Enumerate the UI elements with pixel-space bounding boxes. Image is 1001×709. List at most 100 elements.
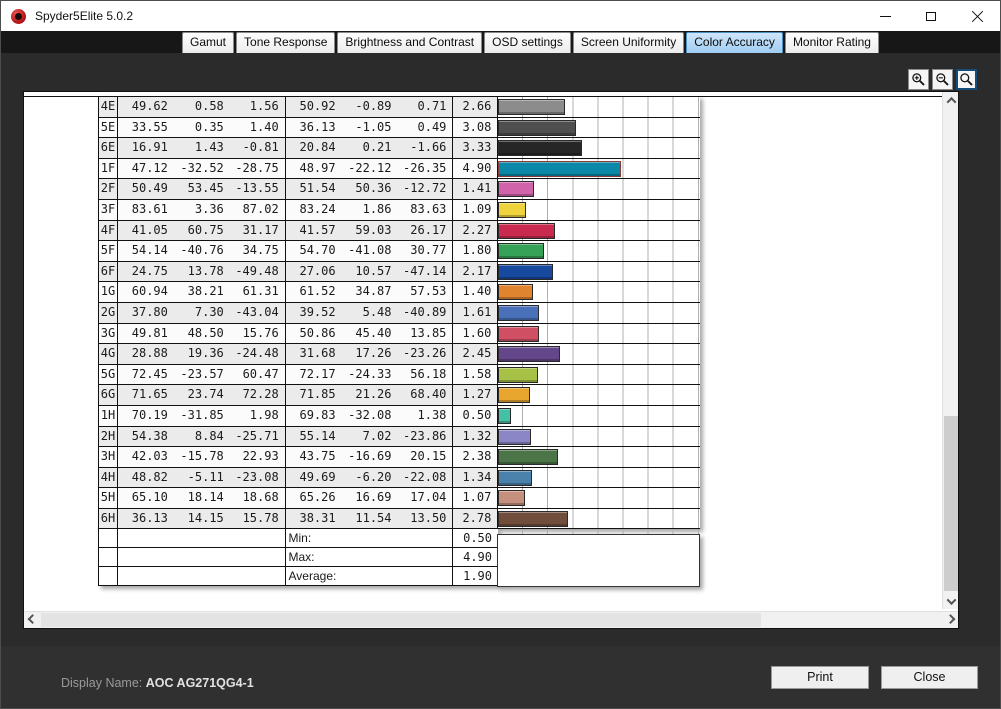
measured-l: 39.52: [286, 303, 342, 323]
target-b: -23.08: [230, 468, 286, 488]
delta-e-value: 4.90: [453, 159, 498, 179]
measured-l: 50.86: [286, 324, 342, 344]
measured-a: 45.40: [342, 324, 398, 344]
maximize-button[interactable]: [908, 1, 954, 31]
delta-e-value: 3.33: [453, 138, 498, 158]
delta-e-bar: [498, 367, 538, 383]
table-row: 4E 49.62 0.58 1.56 50.92 -0.89 0.71 2.66: [99, 97, 700, 118]
max-label: Max:: [286, 548, 454, 566]
table-row: 5H 65.10 18.14 18.68 65.26 16.69 17.04 1…: [99, 488, 700, 509]
delta-e-bar: [498, 305, 538, 321]
measured-b: 0.49: [398, 118, 454, 138]
delta-e-bar-cell: [498, 97, 700, 117]
target-a: -40.76: [174, 241, 230, 261]
measured-a: 17.26: [342, 344, 398, 364]
delta-e-value: 2.17: [453, 262, 498, 282]
scroll-up-button[interactable]: [943, 92, 959, 108]
delta-e-bar-cell: [498, 262, 700, 282]
table-row: 6G 71.65 23.74 72.28 71.85 21.26 68.40 1…: [99, 385, 700, 406]
delta-e-bar-cell: [498, 427, 700, 447]
delta-e-bar-cell: [498, 179, 700, 199]
measured-b: 13.50: [398, 509, 454, 529]
target-l: 50.49: [118, 179, 174, 199]
delta-e-bar-cell: [498, 468, 700, 488]
results-panel: 4E 49.62 0.58 1.56 50.92 -0.89 0.71 2.66…: [23, 91, 959, 629]
zoom-out-icon: [934, 71, 951, 88]
delta-e-value: 2.66: [453, 97, 498, 117]
tab-osd-settings[interactable]: OSD settings: [484, 32, 571, 53]
measured-l: 43.75: [286, 447, 342, 467]
target-b: 72.28: [230, 385, 286, 405]
target-a: 19.36: [174, 344, 230, 364]
measured-l: 54.70: [286, 241, 342, 261]
delta-e-bar-cell: [498, 118, 700, 138]
measured-b: 26.17: [398, 221, 454, 241]
delta-e-bar-cell: [498, 200, 700, 220]
patch-id: 4G: [99, 344, 118, 364]
measured-b: 83.63: [398, 200, 454, 220]
target-a: 8.84: [174, 427, 230, 447]
zoom-in-button[interactable]: [908, 69, 929, 90]
horizontal-scrollbar-thumb[interactable]: [41, 613, 761, 627]
delta-e-bar-cell: [498, 406, 700, 426]
target-l: 49.62: [118, 97, 174, 117]
vertical-scrollbar-thumb[interactable]: [944, 416, 958, 591]
vertical-scrollbar[interactable]: [942, 92, 958, 609]
measured-a: 59.03: [342, 221, 398, 241]
measured-b: 56.18: [398, 365, 454, 385]
measured-a: -6.20: [342, 468, 398, 488]
measured-b: 57.53: [398, 282, 454, 302]
window-controls: [862, 1, 1000, 31]
chart-summary-box: [497, 534, 700, 587]
measured-a: -24.33: [342, 365, 398, 385]
maximize-icon: [926, 12, 936, 21]
target-b: 87.02: [230, 200, 286, 220]
tab-screen-uniformity[interactable]: Screen Uniformity: [573, 32, 684, 53]
tab-color-accuracy[interactable]: Color Accuracy: [686, 32, 783, 53]
target-a: 60.75: [174, 221, 230, 241]
target-b: -25.71: [230, 427, 286, 447]
display-name-value: AOC AG271QG4-1: [146, 676, 254, 690]
measured-b: 13.85: [398, 324, 454, 344]
delta-e-bar-cell: [498, 324, 700, 344]
table-row: 4F 41.05 60.75 31.17 41.57 59.03 26.17 2…: [99, 221, 700, 242]
target-a: 0.58: [174, 97, 230, 117]
measured-l: 27.06: [286, 262, 342, 282]
target-l: 33.55: [118, 118, 174, 138]
tab-tone-response[interactable]: Tone Response: [236, 32, 335, 53]
zoom-out-button[interactable]: [932, 69, 953, 90]
measured-b: -12.72: [398, 179, 454, 199]
horizontal-scrollbar[interactable]: [24, 611, 958, 628]
table-row: 5G 72.45 -23.57 60.47 72.17 -24.33 56.18…: [99, 365, 700, 386]
zoom-in-icon: [910, 71, 927, 88]
measured-l: 20.84: [286, 138, 342, 158]
delta-e-value: 3.08: [453, 118, 498, 138]
target-l: 54.14: [118, 241, 174, 261]
print-button[interactable]: Print: [771, 666, 869, 689]
target-b: 34.75: [230, 241, 286, 261]
tab-monitor-rating[interactable]: Monitor Rating: [785, 32, 879, 53]
target-l: 83.61: [118, 200, 174, 220]
close-window-button[interactable]: [954, 1, 1000, 31]
delta-e-bar: [498, 449, 558, 465]
target-l: 41.05: [118, 221, 174, 241]
scroll-left-button[interactable]: [24, 612, 40, 629]
measured-l: 41.57: [286, 221, 342, 241]
delta-e-value: 1.80: [453, 241, 498, 261]
target-l: 72.45: [118, 365, 174, 385]
target-l: 71.65: [118, 385, 174, 405]
scroll-right-button[interactable]: [942, 612, 958, 629]
tab-brightness-and-contrast[interactable]: Brightness and Contrast: [337, 32, 482, 53]
window-title: Spyder5Elite 5.0.2: [35, 9, 133, 23]
magnifier-button[interactable]: [956, 69, 977, 90]
measured-a: -16.69: [342, 447, 398, 467]
minimize-button[interactable]: [862, 1, 908, 31]
delta-e-bar-cell: [498, 221, 700, 241]
scroll-down-button[interactable]: [943, 593, 959, 609]
measured-b: 20.15: [398, 447, 454, 467]
delta-e-bar-cell: [498, 385, 700, 405]
delta-e-bar-cell: [498, 344, 700, 364]
tab-gamut[interactable]: Gamut: [182, 32, 234, 53]
close-button[interactable]: Close: [881, 666, 978, 689]
target-b: 18.68: [230, 488, 286, 508]
